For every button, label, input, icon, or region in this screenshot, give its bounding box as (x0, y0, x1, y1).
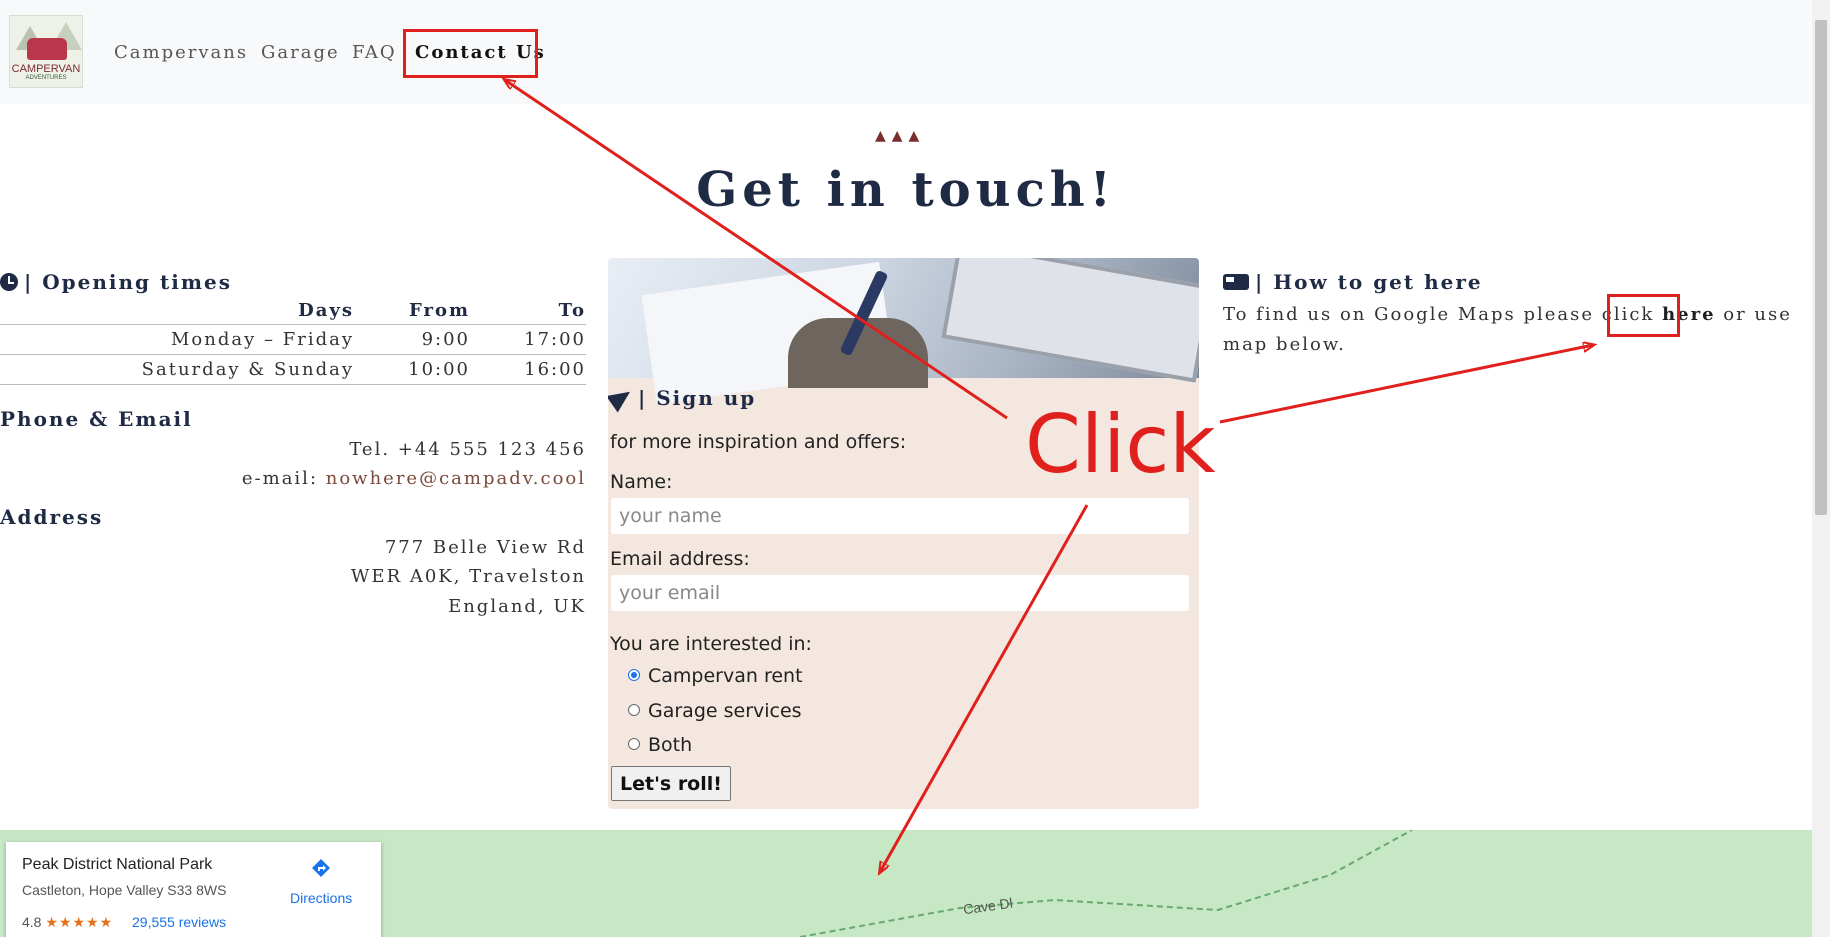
annotation-click-label: Click (1025, 398, 1216, 491)
arrow-to-map (880, 504, 1089, 872)
annotation-arrows (0, 0, 1830, 937)
arrow-to-contact-us (505, 80, 1008, 420)
arrow-to-here-link (1219, 345, 1593, 424)
